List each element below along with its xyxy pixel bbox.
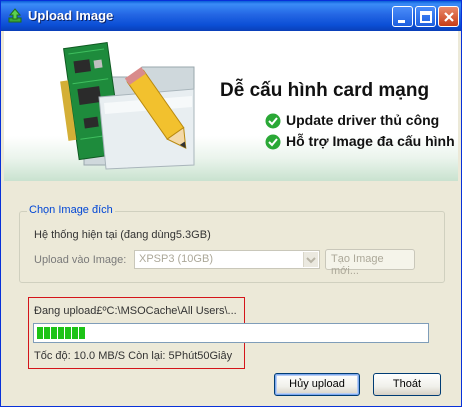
close-icon [444, 12, 454, 22]
upload-to-label: Upload vào Image: [34, 254, 127, 266]
progress-segment [44, 327, 50, 339]
progress-segment [72, 327, 78, 339]
check-circle-icon [265, 134, 281, 150]
title-bar[interactable]: Upload Image [1, 1, 461, 31]
progress-segment [58, 327, 64, 339]
cancel-upload-label: Hủy upload [289, 378, 345, 390]
feature-label: Update driver thủ công [286, 112, 440, 128]
cancel-upload-button[interactable]: Hủy upload [274, 373, 360, 396]
close-button[interactable] [438, 6, 459, 27]
group-legend: Chọn Image đích [27, 204, 115, 216]
feature-label: Hỗ trợ Image đa cấu hình [286, 133, 455, 149]
progress-segment [65, 327, 71, 339]
exit-button[interactable]: Thoát [373, 373, 441, 396]
new-image-button-label: Tạo Image mới... [331, 253, 384, 277]
dropdown-button[interactable] [303, 252, 318, 267]
progress-segment [37, 327, 43, 339]
upload-arrow-icon [8, 8, 22, 23]
maximize-button[interactable] [415, 6, 436, 27]
upload-progress-bar [33, 323, 429, 343]
speed-remaining-label: Tốc độ: 10.0 MB/S Còn lại: 5Phút50Giây [34, 350, 233, 362]
image-select-value: XPSP3 (10GB) [139, 253, 213, 265]
exit-label: Thoát [392, 378, 422, 390]
maximize-icon [420, 11, 432, 23]
current-system-label: Hệ thống hiện tại (đang dùng5.3GB) [34, 229, 211, 241]
image-select[interactable]: XPSP3 (10GB) [134, 250, 320, 269]
network-card-folder-icon [60, 41, 195, 170]
minimize-icon [398, 20, 405, 23]
new-image-button[interactable]: Tạo Image mới... [325, 249, 415, 277]
check-circle-icon [265, 113, 281, 129]
banner-title: Dễ cấu hình card mạng [220, 80, 430, 101]
window-title: Upload Image [28, 8, 114, 23]
banner: Dễ cấu hình card mạng Update driver thủ … [4, 31, 458, 181]
minimize-button[interactable] [392, 6, 413, 27]
uploading-file-label: Đang upload£ºC:\MSOCache\All Users\... [34, 305, 237, 317]
progress-segment [51, 327, 57, 339]
chevron-down-icon [306, 257, 316, 264]
progress-segment [79, 327, 85, 339]
upload-image-window: Upload Image Dễ cấu hình card mạng Updat… [0, 0, 462, 407]
